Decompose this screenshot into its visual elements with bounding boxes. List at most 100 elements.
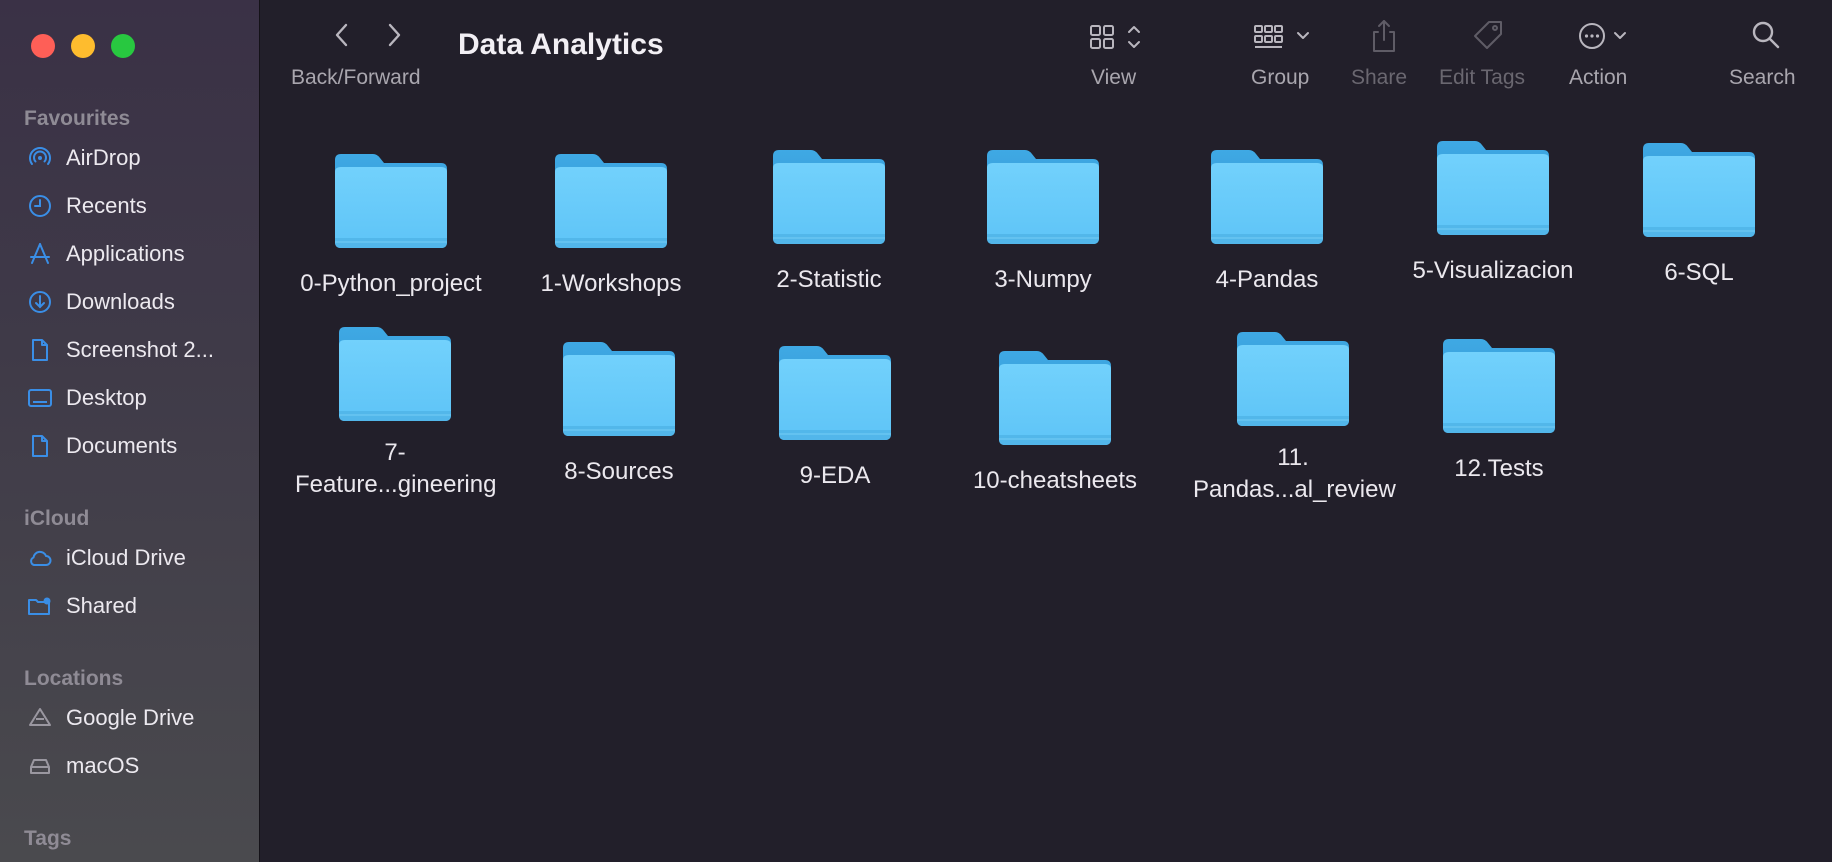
tags-section-title: Tags xyxy=(24,827,72,850)
edit-tags-label: Edit Tags xyxy=(1439,66,1525,89)
group-icon xyxy=(1254,25,1309,48)
sidebar-item-recents[interactable]: Recents xyxy=(26,189,147,223)
document-icon xyxy=(26,432,54,460)
group-label: Group xyxy=(1251,66,1310,89)
folder-icon xyxy=(1210,149,1324,245)
sidebar-item-macos[interactable]: macOS xyxy=(26,749,139,783)
disk-icon xyxy=(26,752,54,780)
view-button[interactable] xyxy=(1089,18,1151,54)
folder-icon xyxy=(562,341,676,437)
clock-icon xyxy=(26,192,54,220)
sidebar-item-label: AirDrop xyxy=(66,145,141,170)
folder-item[interactable]: 10-cheatsheets xyxy=(955,347,1155,497)
sidebar-item-screenshot[interactable]: Screenshot 2... xyxy=(26,333,214,367)
airdrop-icon xyxy=(26,144,54,172)
folder-icon xyxy=(986,149,1100,245)
desktop-icon xyxy=(26,384,54,412)
folder-item[interactable]: 4-Pandas xyxy=(1167,146,1367,296)
folder-item[interactable]: 0-Python_project xyxy=(291,150,491,300)
folder-name-line2: Pandas...al_review xyxy=(1193,476,1396,503)
favourites-section-title: Favourites xyxy=(24,107,131,130)
icon-grid-view-icon xyxy=(1090,25,1140,49)
folder-item[interactable]: 11. Pandas...al_review xyxy=(1193,328,1396,506)
folder-icon xyxy=(778,345,892,441)
shared-folder-icon xyxy=(26,592,54,620)
tag-icon xyxy=(1474,21,1502,49)
folder-item[interactable]: 12.Tests xyxy=(1399,335,1599,485)
folder-name: 11. xyxy=(1277,444,1309,471)
folder-name: 10-cheatsheets xyxy=(972,467,1138,494)
sidebar-item-desktop[interactable]: Desktop xyxy=(26,381,147,415)
folder-item[interactable]: 8-Sources xyxy=(519,338,719,488)
back-forward-control xyxy=(329,18,407,52)
share-label: Share xyxy=(1351,66,1408,89)
folder-item[interactable]: 7- Feature...gineering xyxy=(295,323,497,501)
edit-tags-button[interactable] xyxy=(1471,18,1507,54)
folder-name: 5-Visualizacion xyxy=(1412,257,1574,284)
sidebar-item-documents[interactable]: Documents xyxy=(26,429,177,463)
view-label: View xyxy=(1091,66,1137,89)
applications-icon xyxy=(26,240,54,268)
zoom-window-button[interactable] xyxy=(111,34,135,58)
folder-name: 1-Workshops xyxy=(540,270,682,297)
folder-name: 6-SQL xyxy=(1664,259,1734,286)
folder-item[interactable]: 6-SQL xyxy=(1599,139,1799,289)
icloud-section-title: iCloud xyxy=(24,507,90,530)
group-button[interactable] xyxy=(1253,18,1323,54)
action-button[interactable] xyxy=(1577,18,1637,54)
toolbar: Back/Forward Data Analytics View Group S… xyxy=(261,0,1832,110)
close-window-button[interactable] xyxy=(31,34,55,58)
folder-item[interactable]: 1-Workshops xyxy=(511,150,711,300)
sidebar-item-applications[interactable]: Applications xyxy=(26,237,185,271)
sidebar-item-icloud-drive[interactable]: iCloud Drive xyxy=(26,541,186,575)
back-button[interactable] xyxy=(329,18,355,52)
folder-name: 12.Tests xyxy=(1454,455,1544,482)
sidebar-item-label: Desktop xyxy=(66,385,147,410)
folder-name: 9-EDA xyxy=(799,462,871,489)
folder-icon xyxy=(1236,331,1350,427)
folder-name: 8-Sources xyxy=(564,458,674,485)
folder-icon xyxy=(998,350,1112,446)
folder-item[interactable]: 5-Visualizacion xyxy=(1393,137,1593,287)
share-button[interactable] xyxy=(1369,18,1399,54)
share-icon xyxy=(1373,20,1395,52)
search-button[interactable] xyxy=(1749,18,1783,54)
sidebar-item-downloads[interactable]: Downloads xyxy=(26,285,175,319)
chevron-right-icon xyxy=(388,23,401,47)
folder-name: 2-Statistic xyxy=(776,266,882,293)
drive-icon xyxy=(26,704,54,732)
minimize-window-button[interactable] xyxy=(71,34,95,58)
sidebar-item-google-drive[interactable]: Google Drive xyxy=(26,701,194,735)
folder-name: 4-Pandas xyxy=(1215,266,1319,293)
window-controls xyxy=(31,34,135,58)
sidebar-item-shared[interactable]: Shared xyxy=(26,589,137,623)
folder-name-line2: Feature...gineering xyxy=(295,471,497,498)
sidebar-item-label: Downloads xyxy=(66,289,175,314)
action-label: Action xyxy=(1569,66,1628,89)
folder-name: 0-Python_project xyxy=(300,270,482,297)
sidebar-item-label: Screenshot 2... xyxy=(66,337,214,362)
search-label: Search xyxy=(1729,66,1796,89)
document-icon xyxy=(26,336,54,364)
folder-icon xyxy=(1436,140,1550,236)
ellipsis-circle-icon xyxy=(1579,23,1626,49)
sidebar-item-label: Recents xyxy=(66,193,147,218)
search-icon xyxy=(1752,21,1780,49)
folder-item[interactable]: 9-EDA xyxy=(735,342,935,492)
folder-name: 3-Numpy xyxy=(994,266,1092,293)
sidebar-item-airdrop[interactable]: AirDrop xyxy=(26,141,141,175)
folder-item[interactable]: 2-Statistic xyxy=(729,146,929,296)
sidebar-item-label: Shared xyxy=(66,593,137,618)
folder-name: 7- xyxy=(384,439,406,466)
sidebar-item-label: Google Drive xyxy=(66,705,195,730)
forward-button[interactable] xyxy=(381,18,407,52)
sidebar: Favourites AirDrop Recents Applications xyxy=(0,0,260,862)
window-title: Data Analytics xyxy=(458,28,664,61)
sidebar-item-label: Documents xyxy=(66,433,178,458)
folder-icon xyxy=(1442,338,1556,434)
folder-item[interactable]: 3-Numpy xyxy=(943,146,1143,296)
locations-section-title: Locations xyxy=(24,667,124,690)
cloud-icon xyxy=(26,544,54,572)
sidebar-item-label: Applications xyxy=(66,241,185,266)
download-icon xyxy=(26,288,54,316)
